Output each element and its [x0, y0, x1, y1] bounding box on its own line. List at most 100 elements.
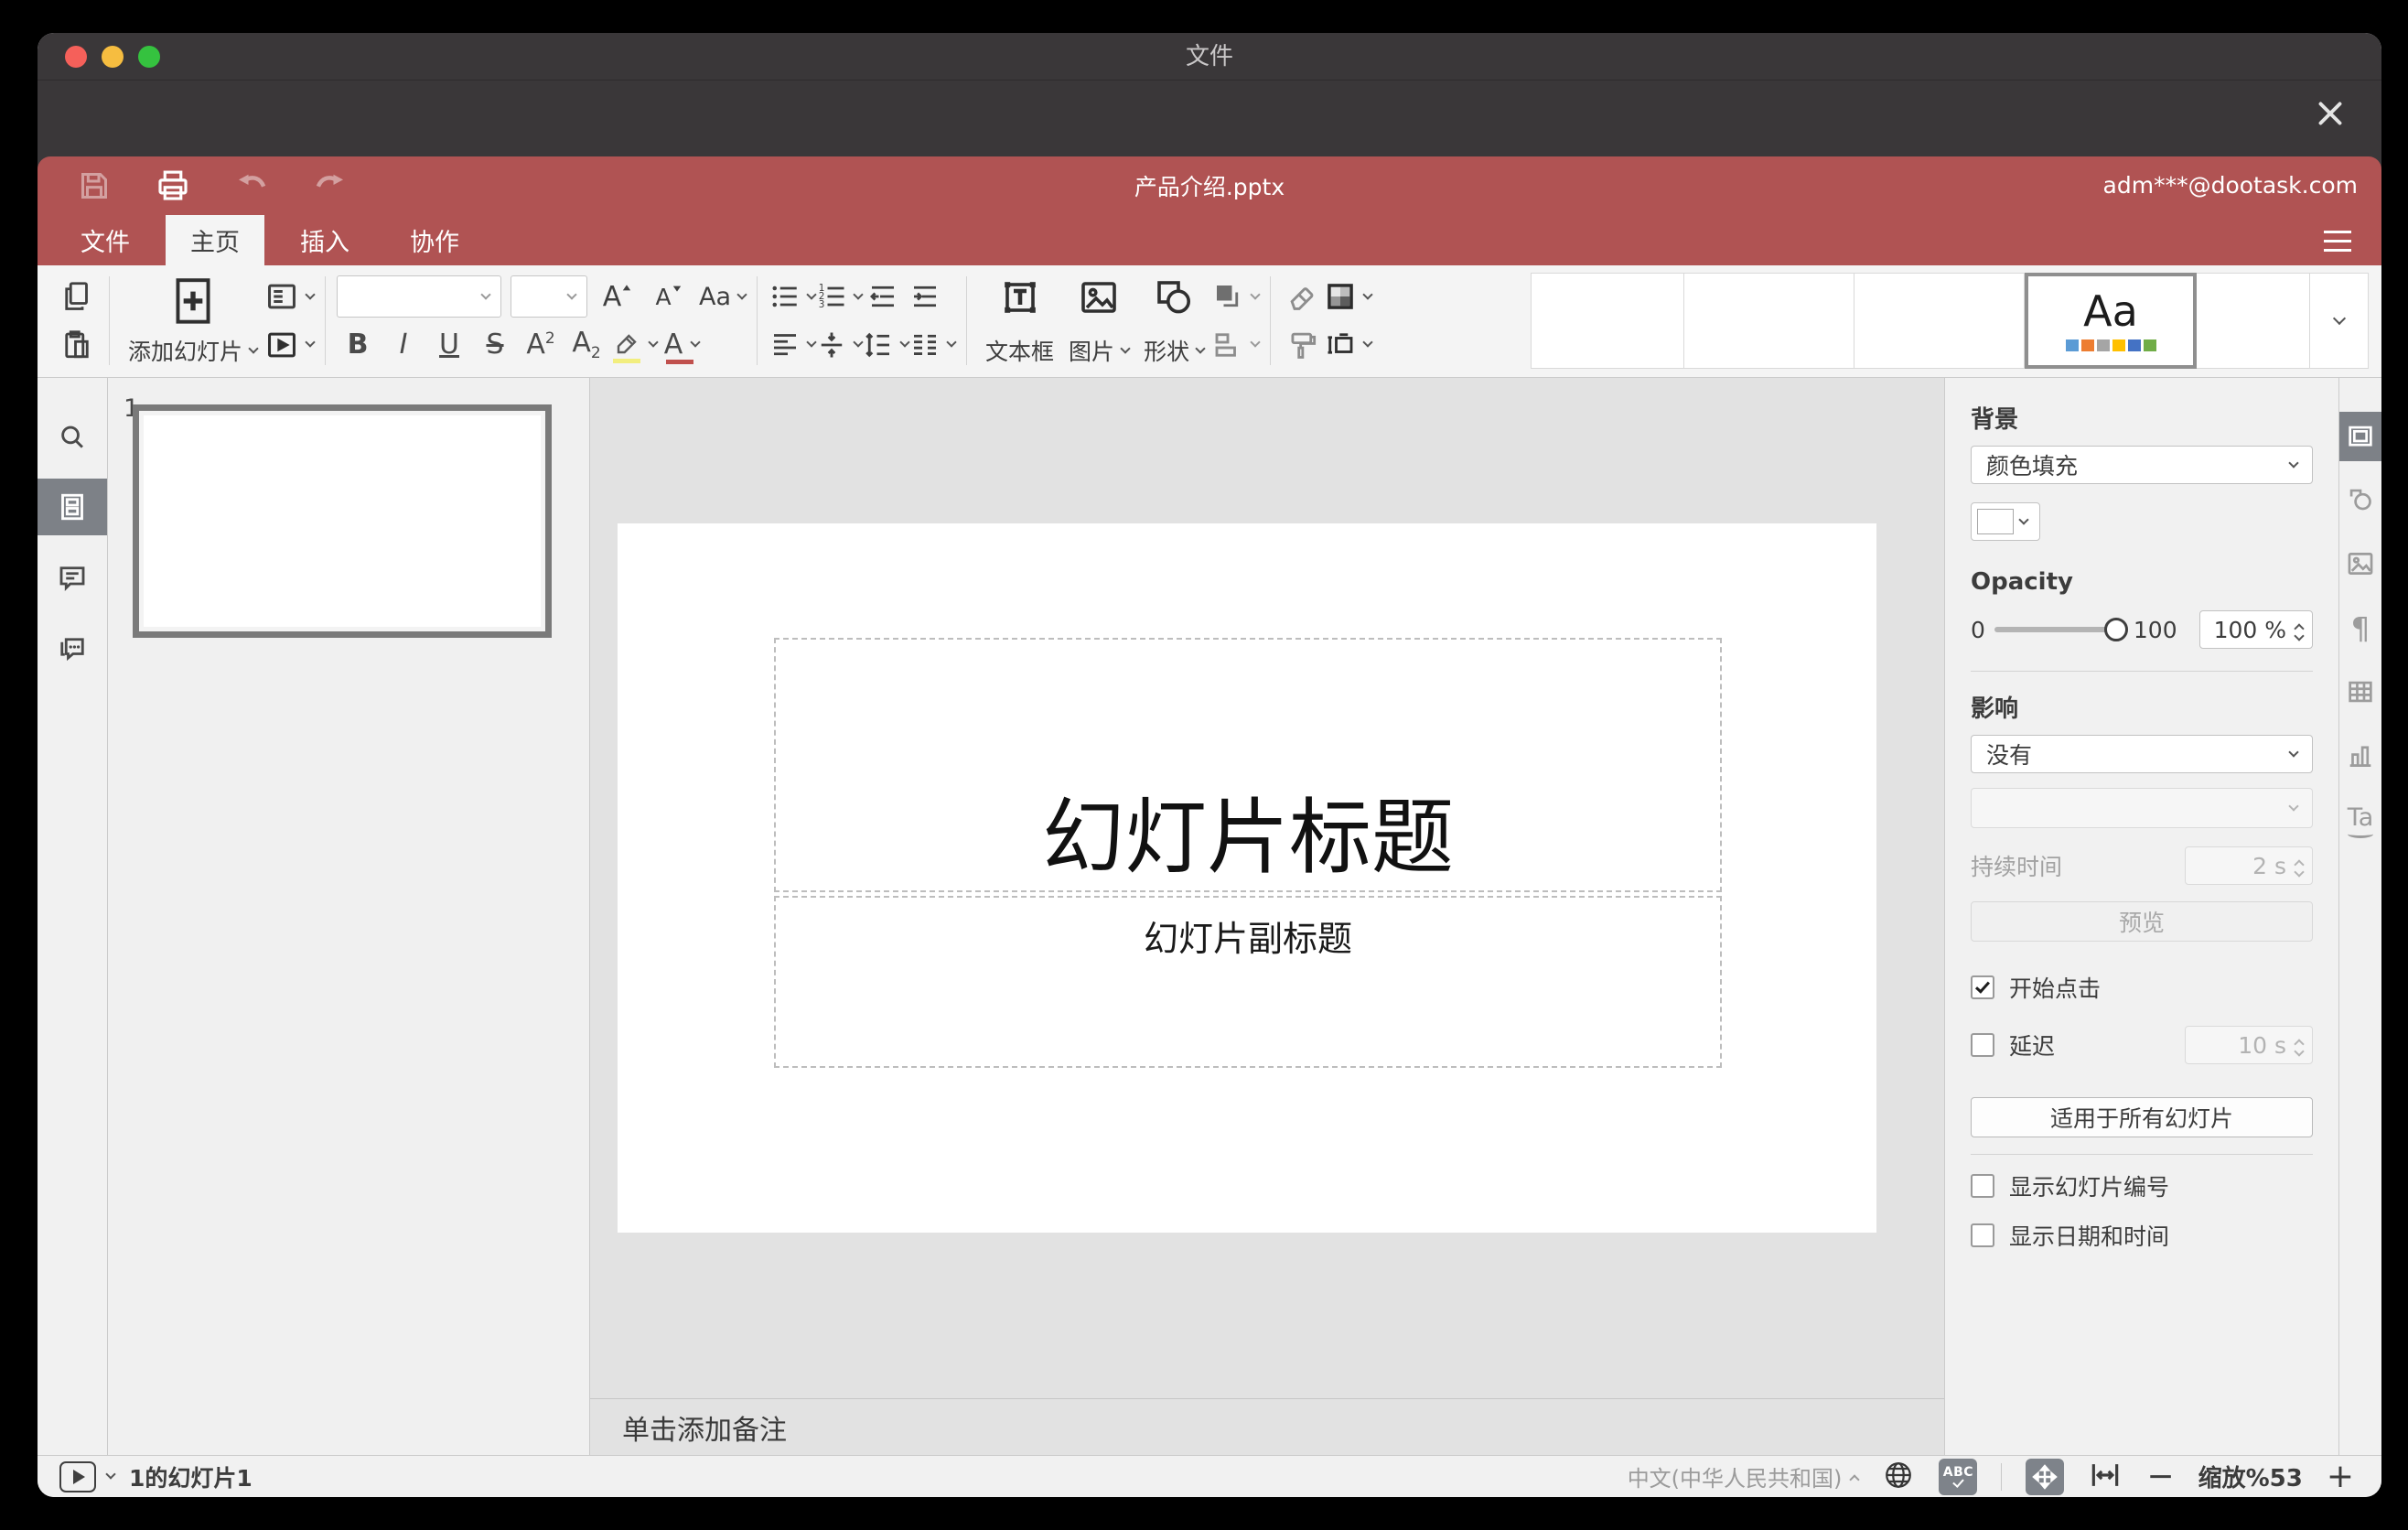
close-icon[interactable]	[2310, 93, 2350, 134]
align-shape-icon[interactable]	[1211, 323, 1261, 367]
start-on-click-row[interactable]: 开始点击	[1971, 971, 2313, 1004]
theme-thumbnail[interactable]	[1531, 273, 1684, 369]
copy-icon[interactable]	[56, 275, 98, 318]
opacity-slider[interactable]	[1994, 618, 2128, 641]
opacity-slider-knob[interactable]	[2103, 618, 2128, 641]
delay-row[interactable]: 延迟	[1971, 1029, 2055, 1061]
title-placeholder[interactable]: 幻灯片标题	[774, 638, 1722, 892]
text-box-button[interactable]: 文本框	[978, 273, 1061, 369]
slide[interactable]: 幻灯片标题 幻灯片副标题	[618, 523, 1876, 1233]
menu-icon[interactable]	[2319, 224, 2356, 257]
subscript-icon[interactable]: A2	[565, 323, 607, 367]
fill-color-swatch	[1977, 509, 2014, 534]
document-language-icon[interactable]	[1882, 1459, 1915, 1495]
font-name-select[interactable]	[337, 275, 502, 318]
maximize-window-button[interactable]	[138, 46, 160, 68]
decrease-font-icon[interactable]: A	[648, 275, 690, 318]
table-settings-icon[interactable]	[2339, 673, 2381, 710]
theme-gallery-expand[interactable]	[2310, 273, 2369, 369]
theme-thumbnail-selected[interactable]: Aa	[2025, 273, 2197, 369]
notes-area[interactable]: 单击添加备注	[590, 1398, 1944, 1455]
close-window-button[interactable]	[65, 46, 87, 68]
textart-settings-icon[interactable]: Ta	[2339, 803, 2381, 840]
underline-icon[interactable]: U	[428, 323, 470, 367]
shape-settings-icon[interactable]	[2339, 481, 2381, 518]
copy-style-icon[interactable]	[1282, 323, 1324, 367]
change-case-icon[interactable]: Aa	[699, 275, 747, 318]
image-button[interactable]: 图片	[1061, 273, 1136, 369]
subtitle-placeholder[interactable]: 幻灯片副标题	[774, 896, 1722, 1068]
left-sidebar	[38, 378, 108, 1455]
apply-to-all-button[interactable]: 适用于所有幻灯片	[1971, 1097, 2313, 1137]
numbered-list-icon[interactable]: 123	[815, 275, 864, 318]
comments-icon[interactable]	[38, 560, 107, 597]
show-date-time-checkbox[interactable]	[1971, 1223, 1994, 1247]
show-slide-number-checkbox[interactable]	[1971, 1174, 1994, 1198]
tab-file[interactable]: 文件	[56, 215, 155, 265]
zoom-in-button[interactable]: +	[2327, 1460, 2354, 1493]
slide-thumbnail-selected[interactable]	[133, 404, 552, 638]
fill-color-button[interactable]	[1971, 502, 2040, 541]
italic-icon[interactable]: I	[382, 323, 425, 367]
minimize-window-button[interactable]	[102, 46, 124, 68]
effect-type-select	[1971, 788, 2313, 828]
search-icon[interactable]	[38, 419, 107, 456]
tab-insert[interactable]: 插入	[275, 215, 374, 265]
fit-to-slide-icon[interactable]	[2026, 1458, 2065, 1495]
start-slideshow-icon[interactable]	[264, 323, 316, 367]
paste-icon[interactable]	[56, 323, 98, 367]
start-slideshow-status-icon[interactable]	[59, 1460, 96, 1492]
slide-layout-icon[interactable]	[264, 275, 316, 318]
theme-thumbnail[interactable]	[1684, 273, 1854, 369]
slide-subtitle-text: 幻灯片副标题	[1143, 919, 1352, 959]
highlight-color-icon[interactable]	[611, 323, 659, 367]
save-icon[interactable]	[74, 166, 114, 206]
show-date-time-row[interactable]: 显示日期和时间	[1971, 1219, 2313, 1252]
increase-font-icon[interactable]: A	[597, 275, 639, 318]
vertical-align-icon[interactable]	[815, 323, 864, 367]
horizontal-align-icon[interactable]	[769, 323, 817, 367]
clear-style-icon[interactable]	[1282, 275, 1324, 318]
increase-indent-icon[interactable]	[904, 275, 946, 318]
strikeout-icon[interactable]: S	[474, 323, 516, 367]
bullet-list-icon[interactable]	[769, 275, 817, 318]
zoom-out-button[interactable]: −	[2146, 1460, 2174, 1493]
delay-checkbox[interactable]	[1971, 1033, 1994, 1057]
paragraph-settings-icon[interactable]: ¶	[2339, 609, 2381, 646]
start-on-click-checkbox[interactable]	[1971, 975, 1994, 999]
slide-canvas[interactable]: 幻灯片标题 幻灯片副标题	[590, 378, 1944, 1398]
redo-icon[interactable]	[310, 166, 350, 206]
superscript-icon[interactable]: A2	[520, 323, 562, 367]
theme-thumbnail[interactable]	[2197, 273, 2310, 369]
tab-collaboration[interactable]: 协作	[385, 215, 484, 265]
slideshow-options-chevron-icon[interactable]	[105, 1469, 116, 1480]
shape-button[interactable]: 形状	[1136, 273, 1211, 369]
color-scheme-icon[interactable]	[1324, 275, 1373, 318]
line-spacing-icon[interactable]	[862, 323, 910, 367]
opacity-input[interactable]: 100 %	[2199, 610, 2313, 649]
font-size-select[interactable]	[511, 275, 588, 318]
slide-settings-icon[interactable]	[2339, 412, 2381, 461]
fit-to-width-icon[interactable]	[2088, 1458, 2123, 1496]
show-slide-number-row[interactable]: 显示幻灯片编号	[1971, 1169, 2313, 1202]
font-color-icon[interactable]: A	[661, 323, 703, 367]
background-fill-select[interactable]: 颜色填充	[1971, 446, 2313, 484]
columns-icon[interactable]	[908, 323, 957, 367]
chart-settings-icon[interactable]	[2339, 738, 2381, 774]
slide-size-icon[interactable]	[1324, 323, 1373, 367]
spell-check-icon[interactable]: ABC	[1939, 1458, 1978, 1495]
arrange-shape-icon[interactable]	[1211, 275, 1261, 318]
image-settings-icon[interactable]	[2339, 545, 2381, 582]
bold-icon[interactable]: B	[337, 323, 379, 367]
slides-panel-icon[interactable]	[38, 479, 107, 535]
decrease-indent-icon[interactable]	[862, 275, 904, 318]
undo-icon[interactable]	[231, 166, 272, 206]
chat-icon[interactable]	[38, 631, 107, 668]
add-slide-button[interactable]: 添加幻灯片	[121, 273, 264, 369]
tab-home[interactable]: 主页	[166, 215, 264, 265]
background-label: 背景	[1971, 406, 2019, 434]
print-icon[interactable]	[153, 166, 193, 206]
language-selector[interactable]: 中文(中华人民共和国)	[1628, 1460, 1861, 1492]
effect-select[interactable]: 没有	[1971, 735, 2313, 773]
theme-thumbnail[interactable]	[1854, 273, 2025, 369]
